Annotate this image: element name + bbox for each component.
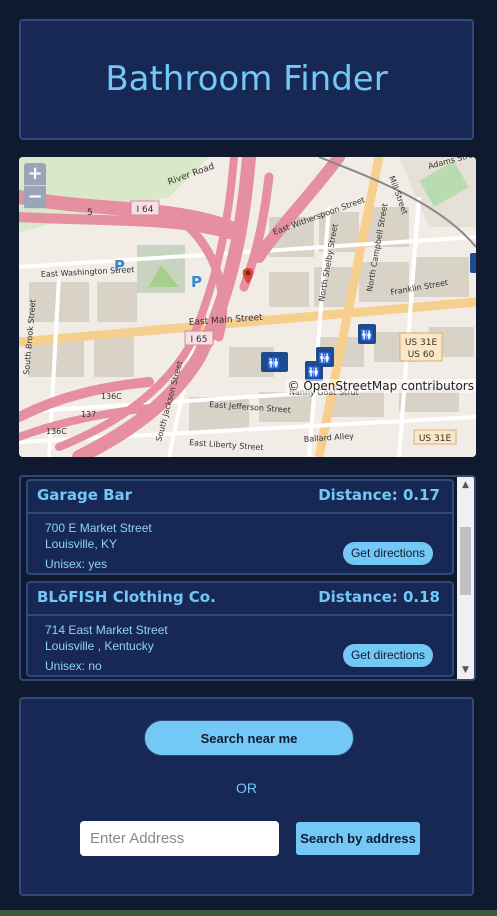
map-attribution[interactable]: © OpenStreetMap contributors <box>285 379 476 393</box>
map-canvas[interactable]: I 64 I 65 US 31E US 60 US 31E River Road… <box>19 157 476 457</box>
get-directions-button[interactable]: Get directions <box>343 644 433 667</box>
label-i65: I 65 <box>191 335 208 345</box>
scrollbar-thumb[interactable] <box>460 527 471 595</box>
parking-icon: P <box>114 257 125 275</box>
result-street: 700 E Market Street <box>45 521 152 535</box>
result-card: BLōFISH Clothing Co. Distance: 0.18 714 … <box>26 581 454 677</box>
svg-text:🚻: 🚻 <box>318 352 332 365</box>
result-unisex: Unisex: yes <box>45 557 108 571</box>
result-card-header: Garage Bar Distance: 0.17 <box>28 481 452 514</box>
header-panel: Bathroom Finder <box>19 19 474 140</box>
search-panel: Search near me OR Search by address <box>19 697 474 896</box>
map-view[interactable]: I 64 I 65 US 31E US 60 US 31E River Road… <box>19 157 476 457</box>
result-distance: Distance: 0.18 <box>318 588 440 606</box>
search-near-me-button[interactable]: Search near me <box>144 720 354 756</box>
app-title: Bathroom Finder <box>105 59 388 99</box>
label-route-5: 5 <box>87 208 93 218</box>
zoom-out-button[interactable]: − <box>24 186 46 209</box>
or-label: OR <box>236 780 257 796</box>
restroom-marker-icon[interactable]: 🚻 <box>261 352 288 372</box>
restroom-marker-icon[interactable]: 🚻 <box>358 324 376 344</box>
label-136c-a: 136C <box>101 392 122 401</box>
result-unisex: Unisex: no <box>45 659 102 673</box>
scroll-down-icon[interactable]: ▼ <box>457 662 474 679</box>
results-scrollbar[interactable]: ▲ ▼ <box>457 477 474 679</box>
result-name: BLōFISH Clothing Co. <box>37 588 216 606</box>
restroom-marker-icon[interactable] <box>470 253 476 273</box>
results-list[interactable]: Garage Bar Distance: 0.17 700 E Market S… <box>19 475 476 681</box>
parking-icon: P <box>191 273 202 291</box>
zoom-control: + − <box>24 163 46 209</box>
get-directions-button[interactable]: Get directions <box>343 542 433 565</box>
label-i64: I 64 <box>137 205 154 215</box>
result-street: 714 East Market Street <box>45 623 168 637</box>
result-city: Louisville , Kentucky <box>45 639 154 653</box>
svg-text:🚻: 🚻 <box>267 357 281 370</box>
zoom-in-button[interactable]: + <box>24 163 46 186</box>
desktop-strip <box>0 910 497 916</box>
result-distance: Distance: 0.17 <box>318 486 440 504</box>
label-136c-b: 136C <box>46 427 67 436</box>
search-by-address-button[interactable]: Search by address <box>296 822 420 855</box>
result-city: Louisville, KY <box>45 537 118 551</box>
label-137: 137 <box>81 410 96 419</box>
svg-text:🚻: 🚻 <box>307 366 321 379</box>
scroll-up-icon[interactable]: ▲ <box>457 477 474 494</box>
address-input[interactable] <box>80 821 279 856</box>
result-card-header: BLōFISH Clothing Co. Distance: 0.18 <box>28 583 452 616</box>
svg-text:🚻: 🚻 <box>360 329 374 342</box>
restroom-marker-icon[interactable]: 🚻 <box>316 347 334 367</box>
result-card: Garage Bar Distance: 0.17 700 E Market S… <box>26 479 454 575</box>
label-us60: US 60 <box>408 350 435 360</box>
label-us31e-b: US 31E <box>419 434 452 444</box>
label-us31e-a: US 31E <box>405 338 438 348</box>
result-name: Garage Bar <box>37 486 133 504</box>
